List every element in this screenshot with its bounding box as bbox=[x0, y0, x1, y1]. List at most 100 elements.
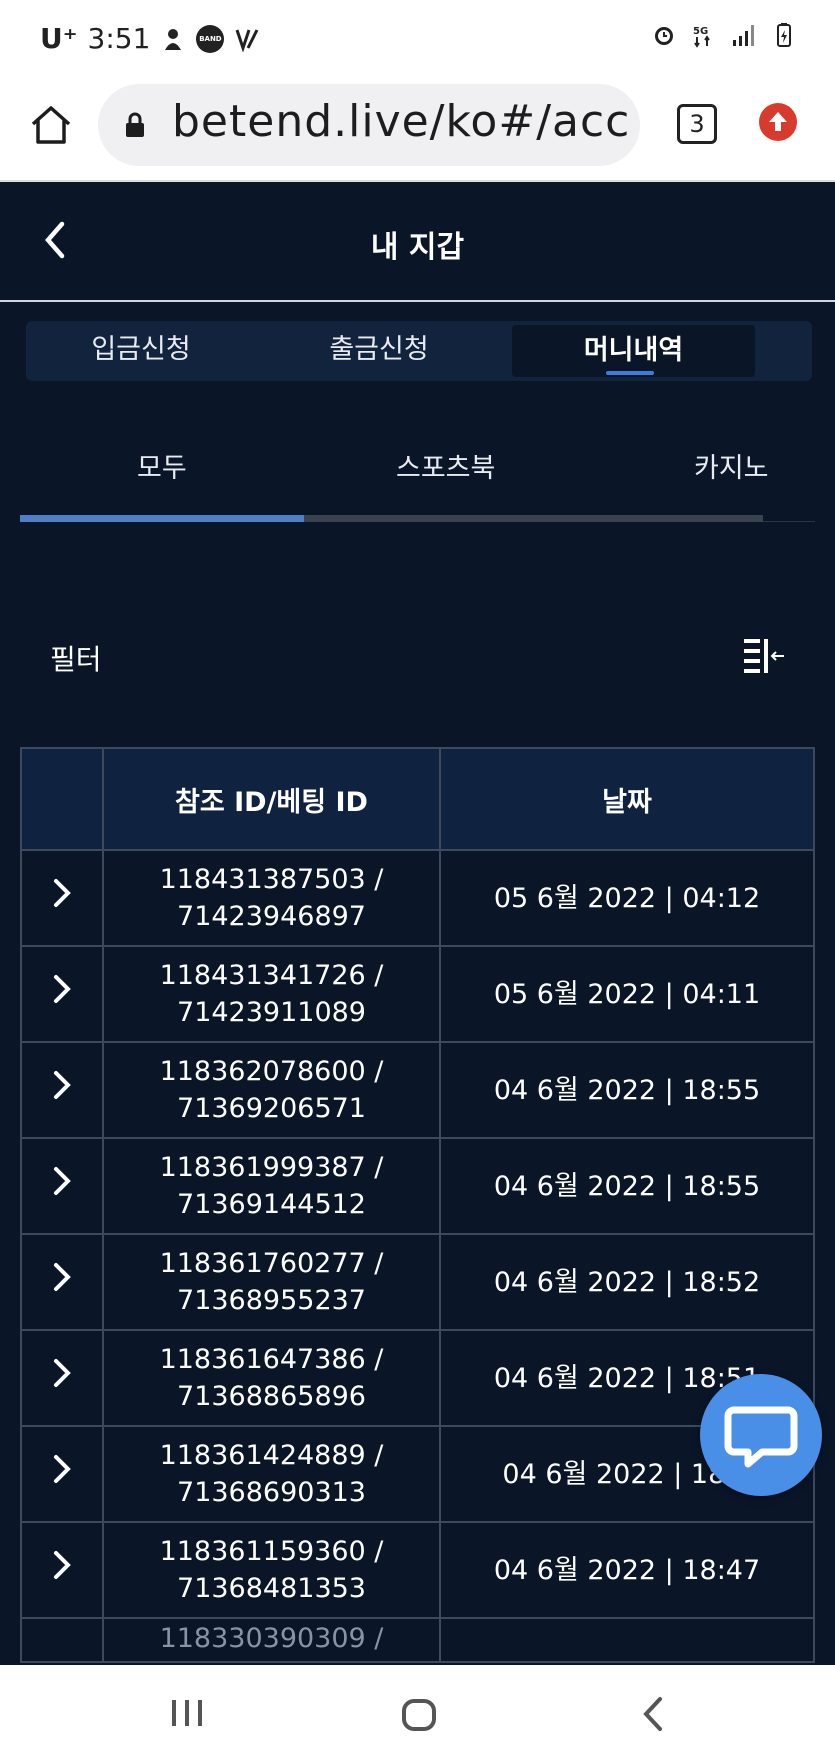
subtab-scroll-indicator bbox=[20, 515, 763, 522]
address-bar[interactable]: betend.live/ko#/acc bbox=[98, 84, 640, 166]
subtab-all[interactable]: 모두 bbox=[137, 446, 187, 485]
chevron-right-icon bbox=[54, 1263, 71, 1291]
battery-icon bbox=[777, 23, 791, 47]
carrier-label: U⁺ bbox=[40, 22, 78, 55]
table-header-row: 참조 ID/베팅 ID 날짜 bbox=[20, 747, 815, 851]
tab-label: 출금신청 bbox=[329, 334, 429, 365]
wallet-tabs: 입금신청 출금신청 머니내역 bbox=[26, 321, 812, 381]
bet-id: 71369144512 bbox=[177, 1189, 366, 1220]
tab-switcher-button[interactable]: 3 bbox=[677, 104, 717, 144]
history-filter-tabs: 모두 스포츠북 카지노 bbox=[20, 430, 815, 520]
reference-id-column-header: 참조 ID/베팅 ID bbox=[102, 747, 441, 851]
reference-id-cell: 118361159360 / 71368481353 bbox=[102, 1521, 441, 1619]
row-expand-cell[interactable] bbox=[20, 945, 104, 1043]
row-expand-cell[interactable] bbox=[20, 1233, 104, 1331]
system-nav-bar bbox=[0, 1665, 835, 1763]
subtab-casino[interactable]: 카지노 bbox=[694, 446, 769, 485]
browser-update-button[interactable] bbox=[759, 103, 797, 141]
date-column-header: 날짜 bbox=[439, 747, 815, 851]
reference-id: 118361424889 / bbox=[159, 1440, 384, 1471]
band-app-icon: BAND bbox=[196, 24, 225, 53]
wallet-header: 내 지갑 bbox=[0, 182, 835, 302]
reference-id: 118361647386 / bbox=[159, 1344, 384, 1375]
table-row[interactable]: 118361647386 /71368865896 04 6월 2022 | 18… bbox=[20, 1329, 815, 1427]
tab-withdraw-request[interactable]: 출금신청 bbox=[264, 321, 494, 381]
vpn-icon bbox=[235, 28, 259, 52]
table-row[interactable]: 118361159360 / 71368481353 04 6월 2022 | 18… bbox=[20, 1521, 815, 1619]
reference-id: 118361760277 / bbox=[159, 1248, 384, 1279]
row-expand-cell[interactable] bbox=[20, 1137, 104, 1235]
chevron-right-icon bbox=[54, 1167, 71, 1195]
date-cell: 04 6월 2022 | 18:52 bbox=[439, 1233, 815, 1331]
bet-id: 71368865896 bbox=[177, 1381, 366, 1412]
date-cell: 05 6월 2022 | 04:11 bbox=[439, 945, 815, 1043]
tab-money-history[interactable]: 머니내역 bbox=[512, 325, 755, 377]
reference-id-cell: 118361999387 / 71369144512 bbox=[102, 1137, 441, 1235]
reference-id: 118431387503 / bbox=[159, 864, 384, 895]
reference-id-cell: 118361647386 / 71368865896 bbox=[102, 1329, 441, 1427]
table-row[interactable]: 118431341726 / 71423911089 05 6월 2022 | 04… bbox=[20, 945, 815, 1043]
table-row[interactable]: 118361999387 / 71369144512 04 6월 2022 | 18… bbox=[20, 1137, 815, 1235]
live-chat-button[interactable] bbox=[700, 1374, 822, 1496]
reference-id-cell: 118361760277 / 71368955237 bbox=[102, 1233, 441, 1331]
cell-signal-icon bbox=[733, 25, 754, 46]
chevron-right-icon bbox=[54, 1455, 71, 1483]
date-cell: 04 6월 2022 | 18:47 bbox=[439, 1521, 815, 1619]
bet-id: 71423911089 bbox=[177, 997, 366, 1028]
bet-id: 71369206571 bbox=[177, 1093, 366, 1124]
reference-id-cell: 118362078600 / 71369206571 bbox=[102, 1041, 441, 1139]
tab-label: 머니내역 bbox=[583, 335, 684, 366]
row-expand-cell[interactable] bbox=[20, 849, 104, 947]
subtab-divider bbox=[763, 521, 815, 522]
tab-deposit-request[interactable]: 입금신청 bbox=[26, 321, 256, 381]
status-bar: U⁺ 3:51 BAND 5G bbox=[0, 0, 835, 78]
chevron-right-icon bbox=[54, 879, 71, 907]
chevron-right-icon bbox=[54, 1359, 71, 1387]
lock-icon bbox=[126, 112, 144, 137]
subtab-sportsbook[interactable]: 스포츠북 bbox=[396, 446, 495, 485]
table-row[interactable]: 118431387503 / 71423946897 05 6월 2022 | 04… bbox=[20, 849, 815, 947]
date-cell: 04 6월 2022 | 18:55 bbox=[439, 1137, 815, 1235]
status-time: 3:51 bbox=[87, 22, 151, 55]
recent-apps-icon[interactable] bbox=[170, 1698, 204, 1728]
money-history-table: 참조 ID/베팅 ID 날짜 118431387503 / 71423946897… bbox=[20, 747, 815, 1663]
filter-label: 필터 bbox=[50, 643, 102, 676]
reference-id: 118361999387 / bbox=[159, 1152, 384, 1183]
reference-id: 118431341726 / bbox=[159, 960, 384, 991]
table-row[interactable]: 118362078600 / 71369206571 04 6월 2022 | 18… bbox=[20, 1041, 815, 1139]
chevron-right-icon bbox=[54, 1071, 71, 1099]
expand-column-header bbox=[20, 747, 104, 851]
reference-id-cell: 118361424889 / 71368690313 bbox=[102, 1425, 441, 1523]
row-expand-cell[interactable] bbox=[20, 1425, 104, 1523]
url-text: betend.live/ko#/acc bbox=[172, 96, 631, 147]
bet-id: 71368955237 bbox=[177, 1285, 366, 1316]
table-row[interactable]: 118361760277 / 71368955237 04 6월 2022 | 18… bbox=[20, 1233, 815, 1331]
bet-id: 71368690313 bbox=[177, 1477, 366, 1508]
tab-label: 입금신청 bbox=[91, 334, 191, 365]
table-row[interactable]: 118361424889 /71368690313 04 6월 2022 | 18… bbox=[20, 1425, 815, 1523]
back-nav-icon[interactable] bbox=[640, 1696, 666, 1732]
reference-id-cell: 118431341726 / 71423911089 bbox=[102, 945, 441, 1043]
active-tab-indicator bbox=[606, 371, 654, 375]
reference-id: 118362078600 / bbox=[159, 1056, 384, 1087]
reference-id-cell: 118431387503 / 71423946897 bbox=[102, 849, 441, 947]
svg-text:5G: 5G bbox=[693, 26, 708, 37]
table-row-partial: 118330390309 / bbox=[20, 1617, 815, 1663]
arrow-up-icon bbox=[769, 112, 787, 131]
home-icon[interactable] bbox=[28, 102, 74, 148]
chat-bubble-icon bbox=[724, 1406, 798, 1468]
row-expand-cell bbox=[20, 1617, 104, 1663]
row-expand-cell[interactable] bbox=[20, 1521, 104, 1619]
home-nav-icon[interactable] bbox=[401, 1698, 437, 1732]
filter-toggle-icon[interactable] bbox=[742, 637, 786, 675]
5g-signal-icon: 5G bbox=[693, 26, 710, 48]
reference-id-cell: 118330390309 / bbox=[102, 1617, 441, 1663]
chevron-right-icon bbox=[54, 975, 71, 1003]
notification-person-icon bbox=[165, 28, 182, 50]
date-cell bbox=[439, 1617, 815, 1663]
date-cell: 05 6월 2022 | 04:12 bbox=[439, 849, 815, 947]
row-expand-cell[interactable] bbox=[20, 1329, 104, 1427]
browser-toolbar: betend.live/ko#/acc 3 bbox=[0, 78, 835, 182]
row-expand-cell[interactable] bbox=[20, 1041, 104, 1139]
chevron-right-icon bbox=[54, 1551, 71, 1579]
